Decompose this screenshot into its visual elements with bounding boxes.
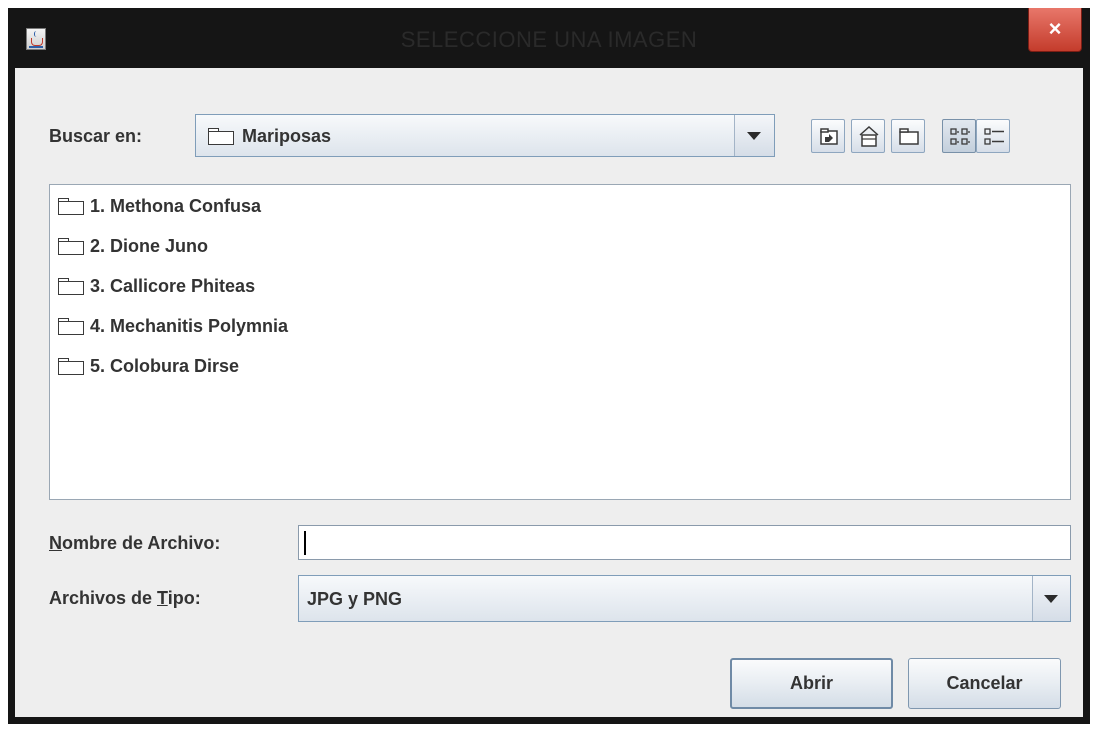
list-item[interactable]: 3. Callicore Phiteas bbox=[50, 268, 450, 306]
folder-icon bbox=[208, 128, 234, 145]
file-type-combobox[interactable]: JPG y PNG bbox=[298, 575, 1071, 622]
open-button[interactable]: Abrir bbox=[730, 658, 893, 709]
file-type-label-before: Archivos de bbox=[49, 588, 158, 608]
new-folder-button[interactable] bbox=[891, 119, 925, 153]
file-name-field[interactable] bbox=[298, 525, 1071, 560]
file-type-selected: JPG y PNG bbox=[307, 589, 403, 609]
file-type-label-after: ipo: bbox=[167, 588, 201, 608]
file-type-label: Archivos de Tipo: bbox=[49, 588, 201, 609]
look-in-label: Buscar en: bbox=[49, 126, 143, 146]
look-in-selected: Mariposas bbox=[242, 126, 332, 146]
list-item[interactable]: 4. Mechanitis Polymnia bbox=[50, 308, 450, 346]
file-name-label: Nombre de Archivo: bbox=[49, 533, 220, 554]
text-caret bbox=[304, 531, 306, 555]
file-chooser-window: SELECCIONE UNA IMAGEN × Buscar en: Marip… bbox=[8, 8, 1090, 724]
folder-icon bbox=[58, 198, 84, 215]
new-folder-icon bbox=[899, 128, 919, 145]
list-item-name: 2. Dione Juno bbox=[90, 236, 209, 256]
list-item[interactable]: 1. Methona Confusa bbox=[50, 188, 450, 226]
look-in-combobox[interactable]: Mariposas bbox=[195, 114, 775, 157]
folder-icon bbox=[58, 278, 84, 295]
list-item-name: 5. Colobura Dirse bbox=[90, 356, 240, 376]
chevron-down-icon bbox=[747, 132, 761, 140]
window-title: SELECCIONE UNA IMAGEN bbox=[400, 27, 698, 52]
details-view-button[interactable] bbox=[976, 119, 1010, 153]
title-bar[interactable]: SELECCIONE UNA IMAGEN × bbox=[8, 8, 1090, 68]
folder-icon bbox=[58, 238, 84, 255]
file-name-mnemonic: N bbox=[49, 533, 62, 553]
up-one-level-button[interactable] bbox=[811, 119, 845, 153]
home-button[interactable] bbox=[851, 119, 885, 153]
folder-icon bbox=[58, 318, 84, 335]
list-item-name: 4. Mechanitis Polymnia bbox=[90, 316, 289, 336]
file-name-label-text: ombre de Archivo: bbox=[62, 533, 221, 553]
file-list[interactable]: 1. Methona Confusa 2. Dione Juno 3. Call… bbox=[49, 184, 1071, 500]
list-item[interactable]: 2. Dione Juno bbox=[50, 228, 450, 266]
folder-icon bbox=[58, 358, 84, 375]
look-in-dropdown-button[interactable] bbox=[734, 115, 774, 156]
file-type-mnemonic: T bbox=[157, 588, 168, 608]
list-item[interactable]: 5. Colobura Dirse bbox=[50, 348, 450, 386]
list-item-name: 3. Callicore Phiteas bbox=[90, 276, 256, 296]
list-view-button[interactable] bbox=[942, 119, 976, 153]
dialog-content: Buscar en: Mariposas 1. Methona Confusa … bbox=[15, 68, 1083, 717]
list-view-icon bbox=[950, 128, 970, 145]
file-type-dropdown-button[interactable] bbox=[1032, 576, 1070, 621]
up-one-level-icon bbox=[820, 128, 838, 145]
cancel-button[interactable]: Cancelar bbox=[908, 658, 1061, 709]
home-icon bbox=[859, 125, 879, 147]
chevron-down-icon bbox=[1044, 595, 1058, 603]
details-view-icon bbox=[984, 128, 1004, 145]
close-button[interactable]: × bbox=[1028, 8, 1082, 52]
list-item-name: 1. Methona Confusa bbox=[90, 196, 262, 216]
close-icon: × bbox=[1048, 16, 1062, 41]
